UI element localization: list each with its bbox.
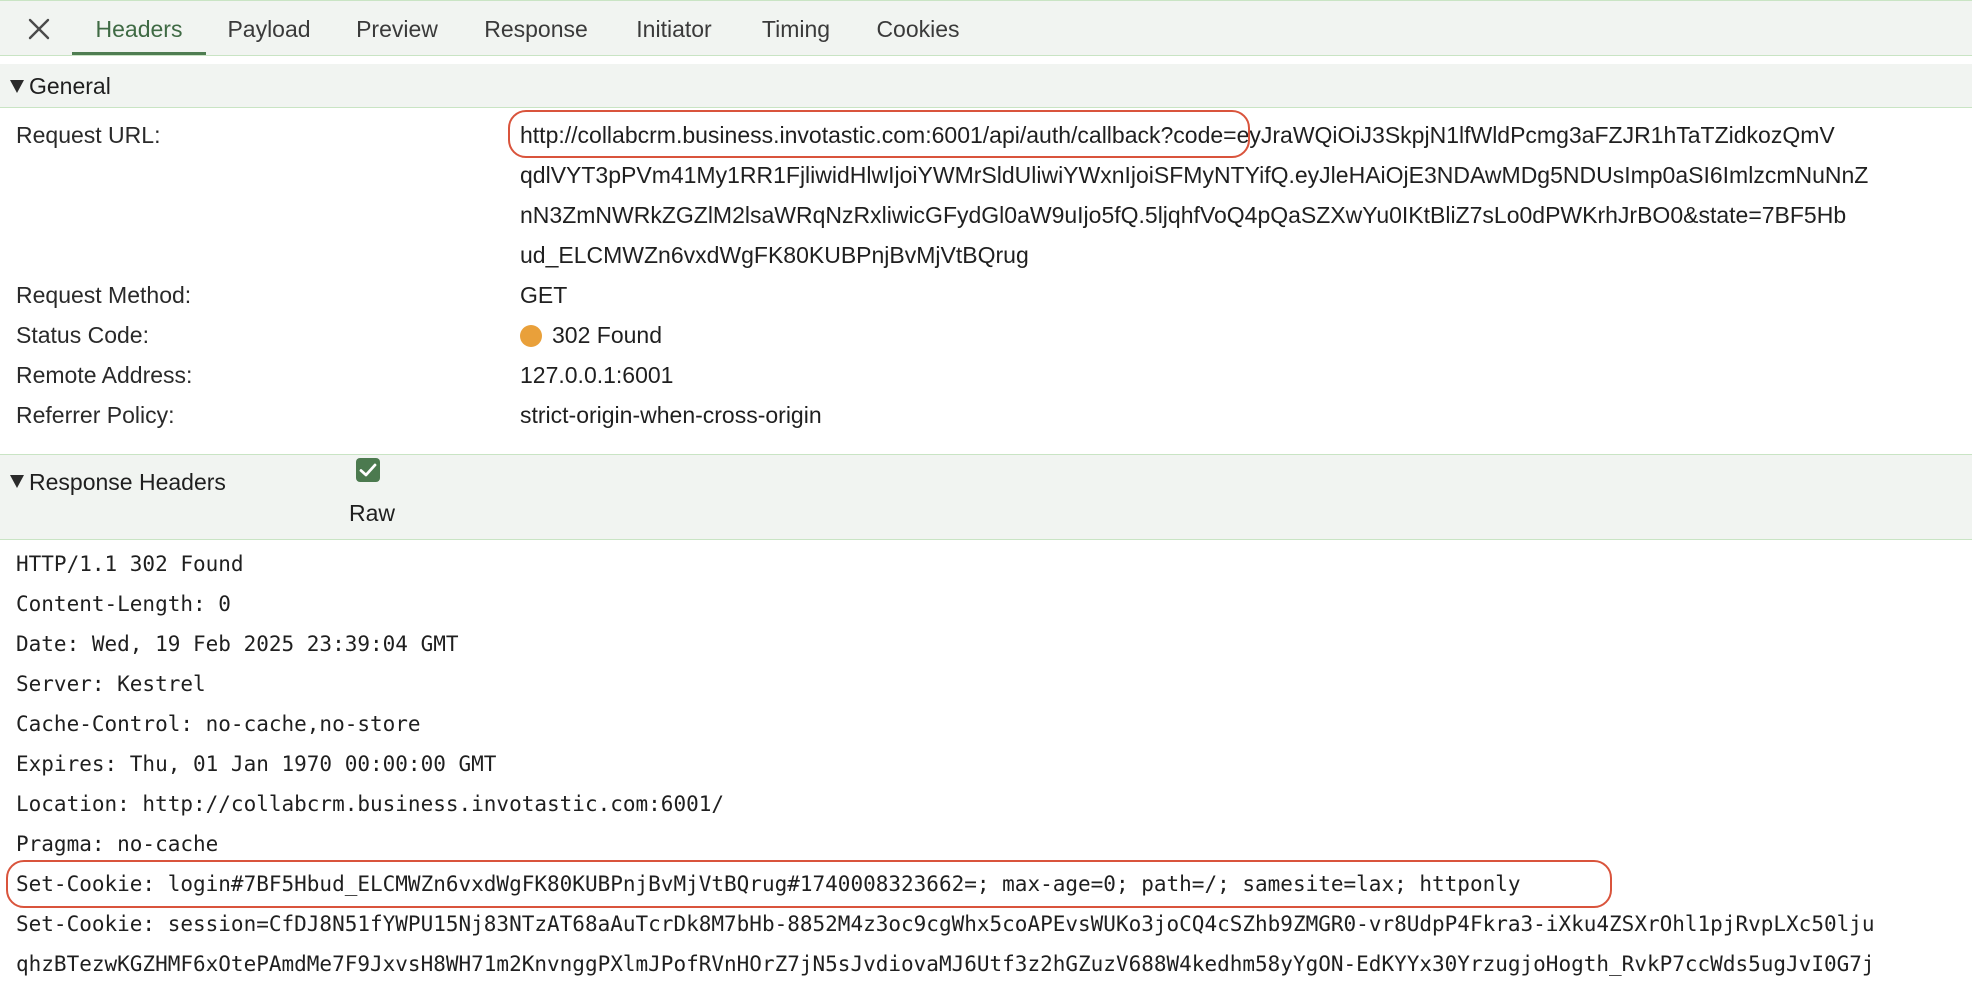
request-url-line: ud_ELCMWZn6vxdWgFK80KUBPnjBvMjVtBQrug [520, 242, 1029, 268]
expand-triangle-icon [10, 80, 24, 93]
request-url-line: nN3ZmNWRkZGZlM2lsaWRqNzRxliwicGFydGl0aW9… [520, 202, 1847, 228]
response-headers-section-header[interactable]: Response Headers [0, 454, 1972, 540]
raw-label[interactable]: Raw [349, 500, 395, 527]
expand-triangle-icon [10, 475, 24, 488]
referrer-policy-label: Referrer Policy: [16, 402, 175, 428]
raw-header-line: Pragma: no-cache [16, 832, 219, 856]
checkmark-icon [359, 463, 377, 477]
raw-header-line: qhzBTezwKGZHMF6xOtePAmdMe7F9JxvsH8WH71m2… [16, 952, 1875, 976]
url-highlight-oval [508, 110, 1250, 158]
raw-header-line: Date: Wed, 19 Feb 2025 23:39:04 GMT [16, 632, 459, 656]
request-url-label: Request URL: [16, 122, 161, 148]
devtools-tab-bar: Headers Payload Preview Response Initiat… [0, 0, 1972, 56]
raw-header-line: Cache-Control: no-cache,no-store [16, 712, 421, 736]
active-tab-indicator [72, 52, 206, 55]
request-method-value: GET [520, 282, 568, 308]
response-headers-title: Response Headers [29, 469, 226, 495]
tab-payload[interactable]: Payload [218, 1, 320, 55]
close-icon[interactable] [26, 16, 52, 42]
tab-timing[interactable]: Timing [750, 1, 842, 55]
tab-response[interactable]: Response [474, 1, 598, 55]
remote-address-label: Remote Address: [16, 362, 193, 388]
raw-header-line: Content-Length: 0 [16, 592, 231, 616]
referrer-policy-value: strict-origin-when-cross-origin [520, 402, 822, 428]
raw-header-line: HTTP/1.1 302 Found [16, 552, 244, 576]
status-code-label: Status Code: [16, 322, 149, 348]
raw-checkbox[interactable] [356, 458, 380, 482]
raw-header-line: Expires: Thu, 01 Jan 1970 00:00:00 GMT [16, 752, 497, 776]
status-code-value: 302 Found [552, 322, 662, 348]
status-dot-icon [520, 325, 542, 347]
request-method-label: Request Method: [16, 282, 192, 308]
general-section-header[interactable]: General [0, 64, 1972, 108]
remote-address-value: 127.0.0.1:6001 [520, 362, 674, 388]
tab-initiator[interactable]: Initiator [622, 1, 726, 55]
request-url-line: qdlVYT3pPVm41My1RR1FjliwidHlwIjoiYWMrSld… [520, 162, 1869, 188]
general-section-title: General [29, 73, 111, 99]
raw-header-line: Server: Kestrel [16, 672, 206, 696]
tab-cookies[interactable]: Cookies [866, 1, 970, 55]
raw-header-line: Location: http://collabcrm.business.invo… [16, 792, 725, 816]
set-cookie-highlight-oval [6, 860, 1612, 908]
tab-preview[interactable]: Preview [344, 1, 450, 55]
tab-headers[interactable]: Headers [72, 1, 206, 55]
raw-header-line: Set-Cookie: session=CfDJ8N51fYWPU15Nj83N… [16, 912, 1875, 936]
status-code: 302 Found [520, 322, 662, 349]
